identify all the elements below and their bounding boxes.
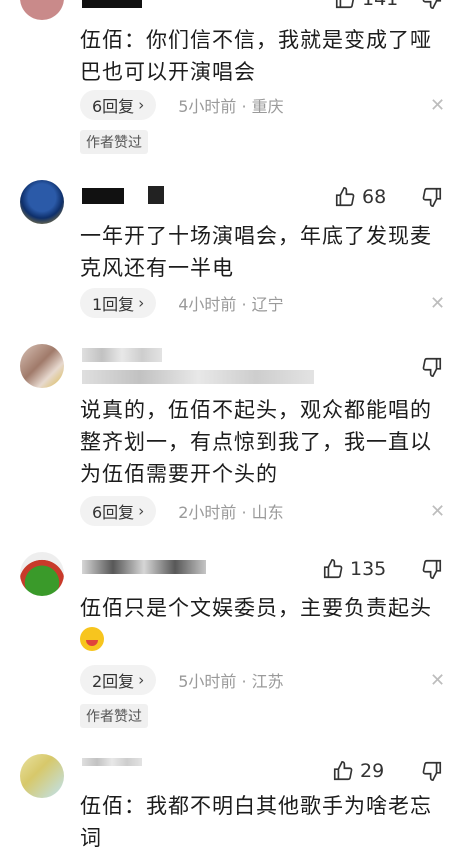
thumbs-up-icon [333, 761, 353, 781]
close-icon[interactable]: ✕ [430, 501, 445, 522]
dislike-button[interactable] [421, 356, 445, 382]
username-blurred[interactable] [82, 560, 206, 574]
username-blurred-2 [148, 186, 164, 204]
like-count: 135 [350, 558, 387, 580]
time-location: 5小时前 · 重庆 [178, 97, 284, 116]
reply-count: 6回复 [92, 97, 135, 116]
user-tag-blurred [82, 370, 314, 384]
thumbs-down-icon [422, 187, 442, 207]
username-blurred[interactable] [82, 0, 142, 8]
comment-text: 说真的，伍佰不起头，观众都能唱的整齐划一，有点惊到我了，我一直以为伍佰需要开个头… [80, 398, 432, 486]
like-button[interactable]: 135 [322, 556, 386, 582]
avatar[interactable] [20, 0, 64, 20]
comment-meta: 6回复 › 2小时前 · 山东 [80, 496, 284, 526]
dislike-button[interactable] [421, 186, 445, 212]
thumbs-down-icon [422, 0, 442, 9]
avatar[interactable] [20, 754, 64, 798]
thumbs-up-icon [335, 0, 355, 9]
chevron-right-icon: › [138, 294, 145, 312]
username-blurred[interactable] [82, 348, 162, 362]
time-location: 5小时前 · 江苏 [178, 672, 284, 691]
like-button[interactable]: 29 [332, 758, 384, 784]
comment-text: 伍佰：我都不明白其他歌手为啥老忘词 [80, 794, 432, 850]
comment-text: 伍佰：你们信不信，我就是变成了哑巴也可以开演唱会 [80, 28, 432, 84]
reply-button[interactable]: 6回复 › [80, 90, 157, 120]
dislike-button[interactable] [421, 0, 445, 14]
dislike-button[interactable] [421, 760, 445, 786]
like-button[interactable]: 141 [334, 0, 398, 12]
time-location: 4小时前 · 辽宁 [178, 295, 284, 314]
reply-count: 6回复 [92, 503, 135, 522]
thumbs-down-icon [422, 761, 442, 781]
laughing-emoji-icon [80, 627, 104, 651]
chevron-right-icon: › [138, 502, 145, 520]
like-count: 68 [362, 186, 387, 208]
thumbs-up-icon [335, 187, 355, 207]
time-location: 2小时前 · 山东 [178, 503, 284, 522]
chevron-right-icon: › [138, 671, 145, 689]
comment-text: 伍佰只是个文娱委员，主要负责起头 [80, 592, 450, 656]
close-icon[interactable]: ✕ [430, 95, 445, 116]
comment-meta: 6回复 › 5小时前 · 重庆 [80, 90, 284, 120]
reply-count: 1回复 [92, 295, 135, 314]
comment-text-content: 伍佰只是个文娱委员，主要负责起头 [80, 596, 432, 620]
like-count: 141 [362, 0, 398, 10]
dislike-button[interactable] [421, 558, 445, 584]
reply-count: 2回复 [92, 672, 135, 691]
comment-text: 一年开了十场演唱会，年底了发现麦克风还有一半电 [80, 224, 432, 280]
close-icon[interactable]: ✕ [430, 293, 445, 314]
reply-button[interactable]: 2回复 › [80, 665, 157, 695]
thumbs-down-icon [422, 559, 442, 579]
close-icon[interactable]: ✕ [430, 670, 445, 691]
avatar[interactable] [20, 344, 64, 388]
username-blurred[interactable] [82, 188, 124, 204]
thumbs-up-icon [323, 559, 343, 579]
avatar[interactable] [20, 552, 64, 596]
author-liked-badge: 作者赞过 [80, 704, 148, 728]
author-liked-badge: 作者赞过 [80, 130, 148, 154]
like-count: 29 [360, 760, 385, 782]
comment-meta: 2回复 › 5小时前 · 江苏 [80, 665, 284, 695]
username-blurred[interactable] [82, 758, 142, 766]
thumbs-down-icon [422, 357, 442, 377]
chevron-right-icon: › [138, 96, 145, 114]
reply-button[interactable]: 6回复 › [80, 496, 157, 526]
comment-meta: 1回复 › 4小时前 · 辽宁 [80, 288, 284, 318]
avatar[interactable] [20, 180, 64, 224]
like-button[interactable]: 68 [334, 184, 386, 210]
reply-button[interactable]: 1回复 › [80, 288, 157, 318]
